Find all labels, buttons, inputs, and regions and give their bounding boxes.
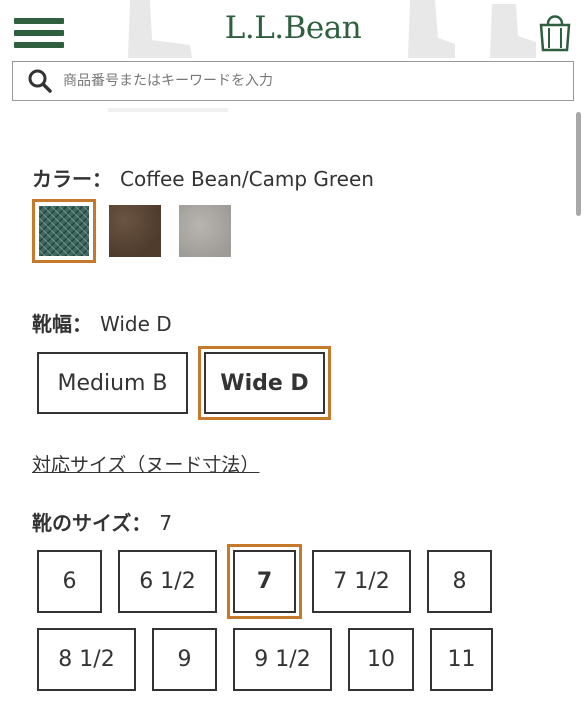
size-option-9-1-2[interactable]: 9 1/2	[233, 628, 332, 691]
scrollbar[interactable]	[576, 112, 581, 216]
color-value: Coffee Bean/Camp Green	[120, 167, 374, 191]
size-option-10[interactable]: 10	[348, 628, 414, 691]
swatch-fill	[109, 205, 161, 257]
search-bar[interactable]	[12, 61, 574, 101]
size-option-7-1-2[interactable]: 7 1/2	[312, 550, 411, 613]
color-label: カラー：	[32, 167, 112, 191]
size-value: 7	[159, 511, 173, 535]
size-label: 靴のサイズ：	[32, 511, 152, 535]
color-label-row: カラー： Coffee Bean/Camp Green	[32, 163, 374, 192]
width-label: 靴幅：	[32, 312, 92, 336]
size-option-7[interactable]: 7	[227, 544, 302, 619]
color-swatch-gray[interactable]	[179, 205, 231, 257]
width-option-medium-b[interactable]: Medium B	[37, 352, 188, 414]
width-option-wide-d[interactable]: Wide D	[198, 346, 331, 420]
swatch-fill	[179, 205, 231, 257]
shopping-bag-icon[interactable]	[538, 12, 572, 52]
size-option-6[interactable]: 6	[37, 550, 102, 613]
size-option-6-1-2[interactable]: 6 1/2	[118, 550, 217, 613]
color-swatch-coffee-bean-camp-green[interactable]	[32, 199, 96, 263]
divider	[108, 108, 228, 112]
size-option-8[interactable]: 8	[427, 550, 492, 613]
size-option-8-1-2[interactable]: 8 1/2	[37, 628, 136, 691]
width-value: Wide D	[100, 312, 172, 336]
size-option-9[interactable]: 9	[152, 628, 217, 691]
search-input[interactable]	[63, 73, 573, 89]
swatch-fill	[39, 206, 89, 256]
size-chart-link[interactable]: 対応サイズ（ヌード寸法）	[32, 450, 259, 477]
search-icon[interactable]	[27, 68, 53, 94]
width-label-row: 靴幅： Wide D	[32, 308, 172, 337]
color-swatch-brown[interactable]	[109, 205, 161, 257]
header: L.L.Bean	[0, 0, 586, 108]
size-option-11[interactable]: 11	[430, 628, 493, 691]
brand-logo[interactable]: L.L.Bean	[0, 10, 586, 46]
size-label-row: 靴のサイズ： 7	[32, 507, 172, 536]
